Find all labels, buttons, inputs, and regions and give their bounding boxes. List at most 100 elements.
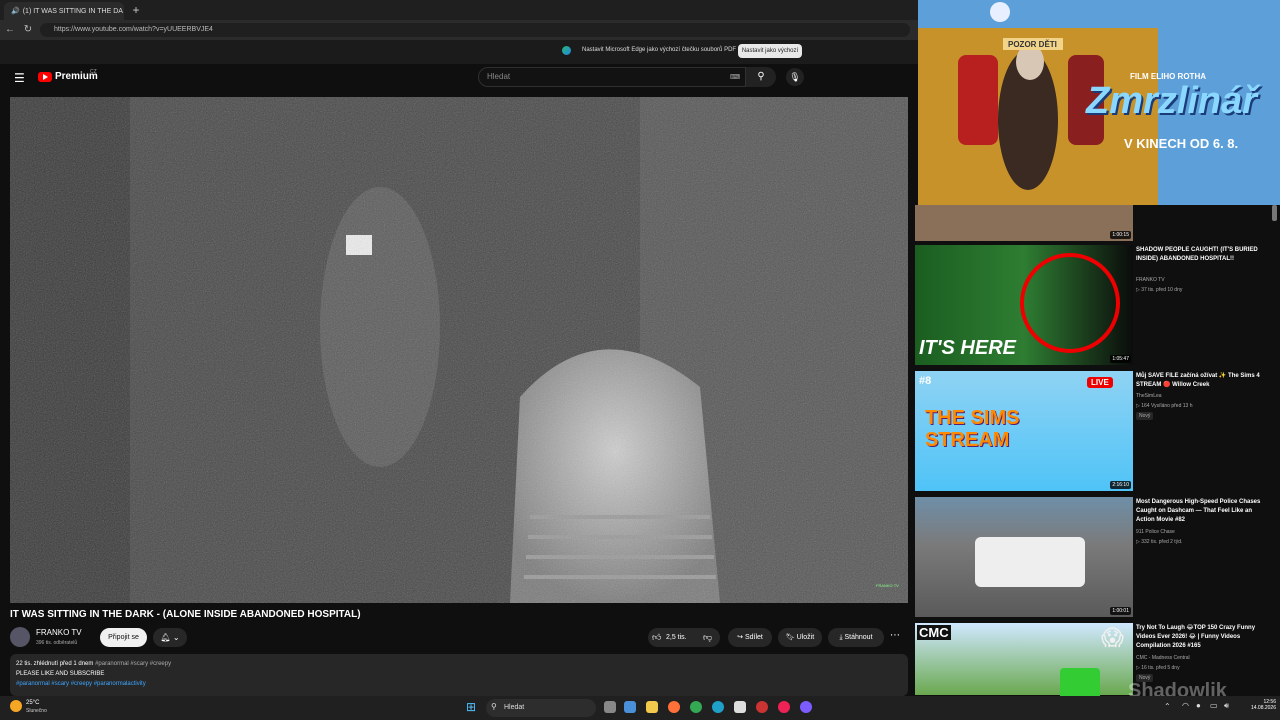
bookmark-icon: 🔖︎ (785, 634, 797, 641)
reload-button[interactable]: ↻ (20, 20, 36, 40)
video-duration: 1:05:47 (1110, 355, 1131, 363)
related-meta: ▷ 332 tis. před 2 týd. (1136, 539, 1183, 545)
opera-icon[interactable] (756, 701, 768, 713)
related-thumbnail[interactable]: #8 LIVE THE SIMS STREAM 2:16:10 (915, 371, 1133, 491)
firefox-icon[interactable] (668, 701, 680, 713)
more-actions-icon[interactable]: ⋯ (890, 630, 900, 641)
speaker-icon[interactable]: 🔊 (11, 7, 20, 15)
edge-icon (562, 46, 571, 55)
search-input[interactable]: Hledat (478, 67, 746, 87)
related-thumbnail[interactable]: CMC 😱 (915, 623, 1133, 695)
search-icon: ⚲ (757, 71, 765, 82)
new-badge: Nový (1136, 412, 1154, 420)
description-line: PLEASE LIKE AND SUBSCRIBE (16, 671, 105, 677)
related-title[interactable]: SHADOW PEOPLE CAUGHT! (IT'S BURIED INSID… (1136, 246, 1262, 264)
save-label: Uložit (796, 634, 815, 641)
shocked-emoji-icon: 😱 (1101, 625, 1124, 650)
windows-start-icon[interactable]: ⊞ (466, 701, 478, 713)
ad-date: V KINECH OD 6. 8. (1124, 136, 1239, 151)
url-field[interactable]: https://www.youtube.com/watch?v=yUUEERBV… (40, 23, 910, 37)
region-code: CZ (90, 69, 97, 75)
wifi-icon[interactable]: ◠ (1182, 701, 1189, 710)
inline-tags[interactable]: #paranormal #scary #creepy (95, 661, 171, 667)
related-channel[interactable]: TheSimLea (1136, 393, 1162, 399)
channel-avatar[interactable] (10, 627, 30, 647)
live-badge: LIVE (1087, 377, 1113, 388)
video-duration: 1:00:01 (1110, 607, 1131, 615)
related-thumbnail[interactable]: 1:00:01 (915, 497, 1133, 617)
bell-icon: 🔔︎ ⌄ (160, 633, 180, 642)
thumbnail-number: #8 (919, 375, 932, 387)
chrome-icon[interactable] (690, 701, 702, 713)
app-icon[interactable] (624, 701, 636, 713)
app-icon[interactable] (800, 701, 812, 713)
info-bar-text: Nastavit Microsoft Edge jako výchozí čte… (582, 47, 737, 53)
notification-bell-button[interactable]: 🔔︎ ⌄ (153, 628, 187, 647)
windows-taskbar (0, 696, 1280, 720)
ad-title: Zmrzlinář (1086, 80, 1258, 122)
browser-tab[interactable]: 🔊 (1) IT WAS SITTING IN THE DA ✕ (4, 2, 124, 20)
youtube-play-icon (38, 71, 52, 82)
related-thumbnail[interactable]: IT'S HERE 1:05:47 (915, 245, 1133, 365)
sidebar-scrollbar[interactable] (1272, 205, 1277, 221)
search-icon: ⚲ (491, 702, 497, 711)
description-meta: 22 tis. zhlédnutí před 1 dnem #paranorma… (16, 661, 171, 667)
volume-icon[interactable]: 🔊︎ (1224, 701, 1229, 711)
video-title: IT WAS SITTING IN THE DARK - (ALONE INSI… (10, 609, 361, 620)
keyboard-icon[interactable]: ⌨ (730, 73, 740, 81)
related-meta: ▷ 37 tis. před 10 dny (1136, 287, 1183, 293)
microphone-icon: 🎙 (789, 72, 801, 82)
weather-desc: Slunečno (26, 708, 47, 714)
weather-icon[interactable] (10, 700, 22, 712)
video-duration: 2:16:10 (1110, 481, 1131, 489)
download-label: Stáhnout (844, 634, 873, 641)
thumbnail-overlay-text: CMC (917, 625, 951, 640)
video-duration: 1:00:15 (1110, 231, 1131, 239)
description-hashtags[interactable]: #paranormal #scary #creepy #paranormalac… (16, 681, 146, 687)
ad-banner[interactable]: POZOR DĚTI FILM ELIHO ROTHA Zmrzlinář V … (918, 0, 1280, 205)
related-thumbnail[interactable]: 1:00:15 (915, 205, 1133, 241)
mic-tray-icon[interactable]: ● (1196, 701, 1201, 710)
back-button[interactable]: ← (2, 20, 18, 40)
like-icon[interactable]: 👍︎ (652, 632, 661, 643)
hamburger-menu-icon[interactable]: ☰ (14, 71, 25, 85)
new-tab-button[interactable]: + (128, 2, 144, 18)
dislike-icon[interactable]: 👎︎ (703, 632, 712, 643)
taskbar-clock[interactable]: 12:56 14.08.2026 (1240, 699, 1276, 711)
ad-sign-text: POZOR DĚTI (1008, 40, 1057, 49)
voice-search-button[interactable]: 🎙 (786, 68, 804, 86)
views-date: 22 tis. zhlédnutí před 1 dnem (16, 661, 94, 667)
red-circle (1020, 253, 1120, 353)
task-view-icon[interactable] (604, 701, 616, 713)
app-icon[interactable] (778, 701, 790, 713)
car-shape (975, 537, 1085, 587)
file-explorer-icon[interactable] (646, 701, 658, 713)
subscriber-count: 396 tis. odběratelů (36, 640, 78, 646)
download-button[interactable]: ⤓ Stáhnout (828, 628, 884, 647)
join-button[interactable]: Připojit se (100, 628, 147, 647)
related-channel[interactable]: FRANKO TV (1136, 277, 1165, 283)
related-meta: ▷ 164 Vysíláno před 13 h (1136, 403, 1193, 409)
thumbnail-overlay-text: IT'S HERE (919, 337, 1016, 359)
youtube-logo[interactable]: Premium (38, 71, 98, 82)
related-title[interactable]: Most Dangerous High-Speed Police Chases … (1136, 498, 1262, 525)
video-player[interactable] (10, 97, 908, 603)
video-frame (10, 97, 908, 603)
share-button[interactable]: ↪ Sdílet (728, 628, 772, 647)
like-count[interactable]: 2,5 tis. (666, 634, 687, 641)
save-button[interactable]: 🔖︎ Uložit (778, 628, 822, 647)
related-channel[interactable]: 911 Police Chase (1136, 529, 1175, 535)
related-title[interactable]: Try Not To Laugh 😂TOP 150 Crazy Funny Vi… (1136, 624, 1262, 651)
thumbnail-overlay-text: THE SIMS STREAM (925, 407, 1020, 451)
channel-name[interactable]: FRANKO TV (36, 628, 82, 637)
store-icon[interactable] (734, 701, 746, 713)
related-title[interactable]: Můj SAVE FILE začíná ožívat ✨ The Sims 4… (1136, 372, 1262, 390)
taskbar-search[interactable]: Hledat (486, 699, 596, 717)
weather-temp[interactable]: 25°C (26, 700, 39, 706)
edge-taskbar-icon[interactable] (712, 701, 724, 713)
network-icon[interactable]: ▭ (1210, 701, 1218, 710)
tray-chevron-icon[interactable]: ⌃ (1164, 702, 1171, 711)
related-channel[interactable]: CMC - Madness Central (1136, 655, 1190, 661)
search-button[interactable]: ⚲ (746, 67, 776, 87)
set-default-button[interactable]: Nastavit jako výchozí (738, 44, 802, 58)
